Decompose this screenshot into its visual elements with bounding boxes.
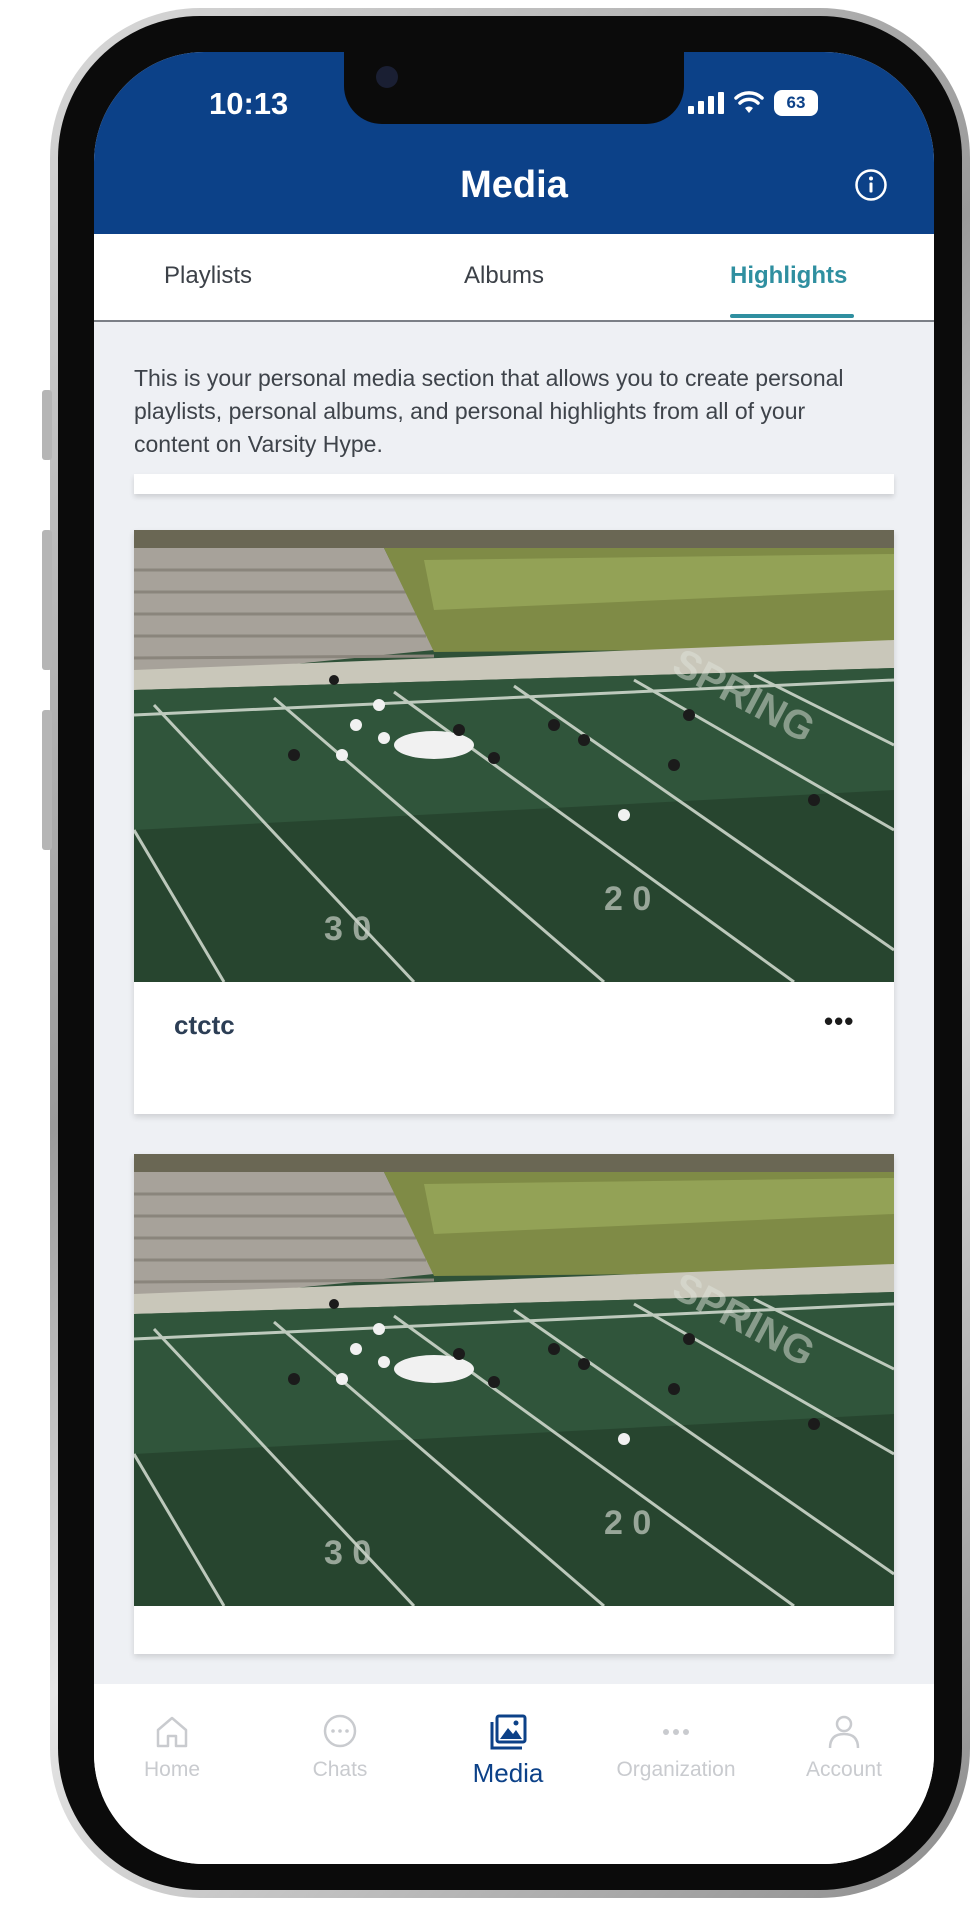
- ellipsis-icon: [663, 1729, 689, 1735]
- notch: [344, 52, 684, 124]
- status-icons: 63: [688, 90, 818, 116]
- nav-item-account[interactable]: Account: [774, 1712, 914, 1782]
- screen: 10:13 63 Media Playlists Albums Highligh…: [94, 52, 934, 1864]
- football-field-thumbnail[interactable]: 3 0 2 0 SPRING: [134, 530, 894, 982]
- status-time: 10:13: [209, 86, 289, 121]
- highlights-list: This is your personal media section that…: [94, 322, 934, 1722]
- nav-item-media[interactable]: Media: [438, 1712, 578, 1789]
- highlight-card[interactable]: 3 0 2 0 SPRING: [134, 1154, 894, 1654]
- media-tabs: Playlists Albums Highlights: [94, 234, 934, 322]
- home-icon: [156, 1716, 188, 1748]
- app-header: 10:13 63 Media: [94, 52, 934, 234]
- chat-bubble-icon: [323, 1714, 357, 1748]
- volume-down-button: [42, 710, 52, 850]
- volume-up-button: [42, 530, 52, 670]
- bottom-navigation: Home Chats Media Organization Account: [94, 1684, 934, 1864]
- media-gallery-icon: [490, 1714, 527, 1750]
- intro-text: This is your personal media section that…: [134, 365, 844, 457]
- svg-text:2 0: 2 0: [604, 880, 651, 918]
- football-field-thumbnail[interactable]: 3 0 2 0 SPRING: [134, 1154, 894, 1606]
- previous-card-bottom: [134, 474, 894, 494]
- nav-label: Organization: [616, 1758, 736, 1781]
- nav-label: Media: [472, 1758, 544, 1788]
- highlight-title: ctctc: [174, 1010, 235, 1040]
- battery-icon: 63: [774, 90, 818, 116]
- user-icon: [828, 1715, 860, 1749]
- more-options-button[interactable]: •••: [824, 1006, 854, 1037]
- nav-item-chats[interactable]: Chats: [270, 1712, 410, 1782]
- tab-highlights[interactable]: Highlights: [730, 262, 847, 290]
- svg-text:3 0: 3 0: [324, 910, 371, 948]
- camera-icon: [376, 66, 398, 88]
- signal-icon: [688, 92, 724, 114]
- nav-item-home[interactable]: Home: [102, 1712, 242, 1782]
- nav-item-organization[interactable]: Organization: [606, 1712, 746, 1782]
- svg-text:2 0: 2 0: [604, 1504, 651, 1542]
- wifi-icon: [734, 91, 764, 113]
- mute-switch: [42, 390, 52, 460]
- nav-label: Home: [143, 1758, 201, 1781]
- info-circle-icon[interactable]: [854, 168, 888, 202]
- nav-label: Chats: [312, 1758, 368, 1781]
- nav-label: Account: [806, 1758, 882, 1781]
- page-title: Media: [460, 164, 568, 206]
- svg-text:3 0: 3 0: [324, 1534, 371, 1572]
- active-tab-indicator: [730, 314, 854, 318]
- tab-albums[interactable]: Albums: [464, 262, 544, 290]
- highlight-card[interactable]: 3 0 2 0 SPRING ctctc •••: [134, 530, 894, 1114]
- tab-playlists[interactable]: Playlists: [164, 262, 252, 290]
